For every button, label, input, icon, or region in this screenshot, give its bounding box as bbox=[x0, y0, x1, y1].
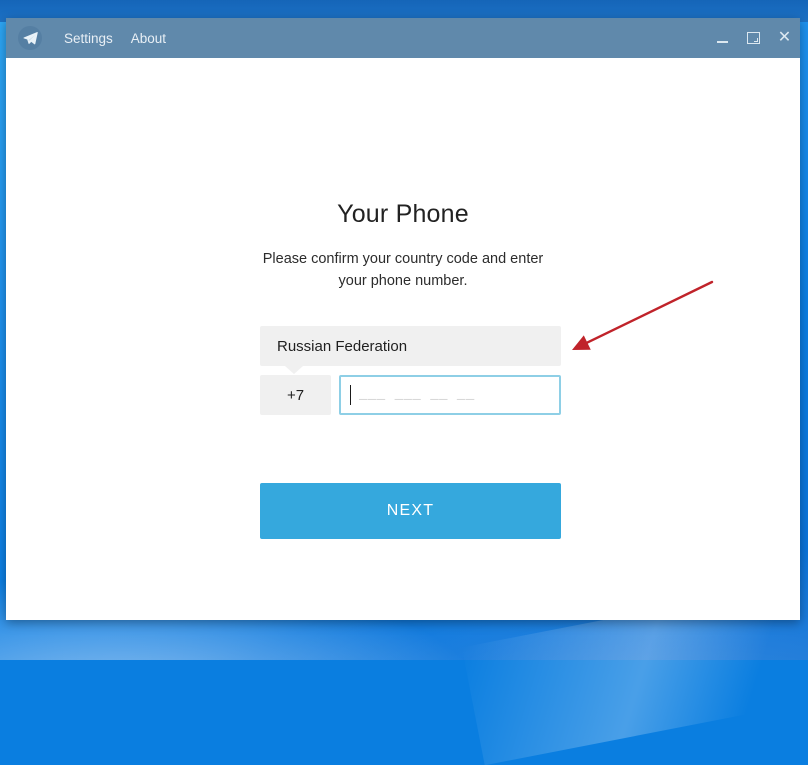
maximize-button[interactable] bbox=[738, 18, 769, 58]
phone-signin-form: Russian Federation +7 ___ ___ __ __ NEXT bbox=[260, 326, 561, 539]
minimize-button[interactable] bbox=[707, 18, 738, 58]
maximize-icon bbox=[747, 32, 760, 44]
menu-item-settings[interactable]: Settings bbox=[56, 28, 121, 49]
country-code-value: +7 bbox=[286, 386, 305, 404]
window-controls: ✕ bbox=[707, 18, 800, 58]
minimize-icon bbox=[717, 41, 728, 43]
next-button[interactable]: NEXT bbox=[260, 483, 561, 539]
telegram-paper-plane-icon bbox=[18, 26, 42, 50]
window-titlebar[interactable]: Settings About ✕ bbox=[6, 18, 800, 58]
menu-item-about[interactable]: About bbox=[123, 28, 174, 49]
text-caret bbox=[350, 385, 351, 405]
phone-placeholder-mask: ___ ___ __ __ bbox=[359, 387, 475, 403]
phone-number-row: +7 ___ ___ __ __ bbox=[260, 375, 561, 415]
country-select-value: Russian Federation bbox=[277, 337, 408, 355]
telegram-window: Settings About ✕ Your Phone Please confi… bbox=[6, 18, 800, 620]
window-content: Your Phone Please confirm your country c… bbox=[6, 58, 800, 620]
close-button[interactable]: ✕ bbox=[769, 18, 800, 58]
country-select[interactable]: Russian Federation bbox=[260, 326, 561, 366]
chevron-down-icon bbox=[285, 366, 303, 374]
page-title: Your Phone bbox=[337, 200, 469, 228]
country-code-input[interactable]: +7 bbox=[260, 375, 331, 415]
close-icon: ✕ bbox=[777, 29, 792, 46]
phone-number-input[interactable]: ___ ___ __ __ bbox=[339, 375, 561, 415]
page-subtitle: Please confirm your country code and ent… bbox=[262, 251, 544, 289]
